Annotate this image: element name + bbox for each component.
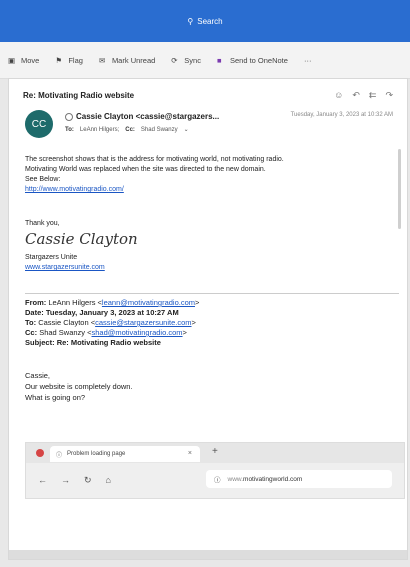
reply-icon[interactable]: ↶ <box>352 90 360 101</box>
quoted-date: Date: Tuesday, January 3, 2023 at 10:27 … <box>25 308 395 318</box>
sender-line[interactable]: Cassie Clayton <cassie@stargazers... <box>65 112 219 121</box>
to-label: To: <box>25 318 37 327</box>
cc-label: Cc: <box>25 328 38 337</box>
quoted-header: From: LeAnn Hilgers <leann@motivatingrad… <box>25 298 395 348</box>
tab-title: Problem loading page <box>67 451 126 457</box>
envelope-icon: ✉ <box>98 55 106 65</box>
mark-unread-button[interactable]: ✉ Mark Unread <box>99 56 155 65</box>
home-icon: ⌂ <box>105 475 111 485</box>
presence-icon <box>65 112 73 121</box>
to-name: Cassie Clayton < <box>38 318 96 327</box>
send-to-onenote-label: Send to OneNote <box>229 55 288 65</box>
to-label: To: <box>65 126 74 133</box>
quote-divider <box>25 293 399 294</box>
reload-icon: ↻ <box>84 474 92 485</box>
closing-text: Thank you, <box>25 220 60 227</box>
sync-button[interactable]: ⟳ Sync <box>171 56 201 65</box>
sync-label: Sync <box>184 55 201 65</box>
to-recipient[interactable]: LeAnn Hilgers; <box>80 127 119 133</box>
quoted-from: From: LeAnn Hilgers <leann@motivatingrad… <box>25 298 395 308</box>
quoted-body: Cassie, Our website is completely down. … <box>25 370 133 403</box>
body-line: The screenshot shows that is the address… <box>25 156 284 163</box>
move-icon: ▣ <box>8 55 16 65</box>
emoji-icon[interactable]: ☺ <box>334 90 343 101</box>
search-box[interactable]: ⚲ Search <box>140 13 270 29</box>
quoted-to: To: Cassie Clayton <cassie@stargazersuni… <box>25 318 395 328</box>
subject-label: Subject: <box>25 338 55 347</box>
chevron-down-icon[interactable]: ⌄ <box>184 126 189 133</box>
more-button[interactable]: ··· <box>304 56 312 65</box>
cc-end: > <box>182 328 187 337</box>
quoted-line: Our website is completely down. <box>25 382 133 391</box>
from-email-link[interactable]: leann@motivatingradio.com <box>102 298 195 307</box>
cc-recipient[interactable]: Shad Swanzy <box>141 127 178 133</box>
sync-icon: ⟳ <box>171 55 178 65</box>
from-label: From: <box>25 298 47 307</box>
search-label: Search <box>197 16 223 26</box>
company-link[interactable]: www.stargazersunite.com <box>25 264 105 271</box>
message-body: The screenshot shows that is the address… <box>25 155 385 195</box>
subject-value: Re: Motivating Radio website <box>56 338 161 347</box>
quoted-subject: Subject: Re: Motivating Radio website <box>25 338 395 348</box>
reply-all-icon[interactable]: ⇇ <box>369 90 377 101</box>
flag-icon: ⚑ <box>55 55 63 65</box>
top-bar: ⚲ Search <box>0 0 410 42</box>
browser-tab-strip: ⓘ Problem loading page × + <box>26 443 404 463</box>
mark-unread-label: Mark Unread <box>111 55 156 65</box>
body-link[interactable]: http://www.motivatingradio.com/ <box>25 185 385 195</box>
info-icon: ⓘ <box>214 477 221 484</box>
message-subject: Re: Motivating Radio website <box>23 90 135 100</box>
more-label: ··· <box>303 55 312 65</box>
body-line: See Below: <box>25 176 61 183</box>
date-value: Tuesday, January 3, 2023 at 10:27 AM <box>45 308 179 317</box>
signature: Cassie Clayton <box>25 230 138 248</box>
info-icon: ⓘ <box>56 452 63 459</box>
scrollbar[interactable] <box>398 149 401 229</box>
move-button[interactable]: ▣ Move <box>8 56 39 65</box>
cc-label: Cc: <box>125 126 135 133</box>
recipients-line: To: LeAnn Hilgers; Cc: Shad Swanzy ⌄ <box>65 126 189 134</box>
embedded-browser-screenshot: ⓘ Problem loading page × + ← → ↻ ⌂ ⓘ www… <box>25 442 405 499</box>
forward-arrow-icon: → <box>61 475 70 485</box>
firefox-icon <box>36 449 44 457</box>
onenote-icon: ■ <box>216 55 222 65</box>
date-label: Date: <box>25 308 44 317</box>
url-bar: ⓘ www.motivatingworld.com <box>206 470 392 488</box>
quoted-line: What is going on? <box>25 393 86 402</box>
cc-email-link[interactable]: shad@motivatingradio.com <box>92 328 183 337</box>
sender-name: Cassie Clayton <cassie@stargazers... <box>76 112 220 121</box>
browser-tab: ⓘ Problem loading page × <box>50 446 200 462</box>
to-email-link[interactable]: cassie@stargazersunite.com <box>95 318 191 327</box>
cc-name: Shad Swanzy < <box>39 328 92 337</box>
tab-close-icon: × <box>187 450 192 457</box>
send-to-onenote-button[interactable]: ■ Send to OneNote <box>217 56 288 65</box>
body-line: Motivating World was replaced when the s… <box>25 166 266 173</box>
toolbar: ▣ Move ⚑ Flag ✉ Mark Unread ⟳ Sync ■ Sen… <box>0 42 410 79</box>
subject-row: Re: Motivating Radio website ☺ ↶ ⇇ ↷ <box>23 87 393 103</box>
flag-button[interactable]: ⚑ Flag <box>55 56 83 65</box>
message-actions: ☺ ↶ ⇇ ↷ <box>334 90 393 101</box>
back-arrow-icon: ← <box>38 475 47 485</box>
url-text: motivatingworld.com <box>243 475 303 483</box>
search-icon: ⚲ <box>187 16 194 26</box>
from-end: > <box>195 298 200 307</box>
quoted-cc: Cc: Shad Swanzy <shad@motivatingradio.co… <box>25 328 395 338</box>
company-name: Stargazers Unite <box>25 254 78 261</box>
url-scheme: www. <box>227 475 244 483</box>
forward-icon[interactable]: ↷ <box>385 90 393 101</box>
avatar: CC <box>25 110 53 138</box>
flag-label: Flag <box>68 55 83 65</box>
quoted-greeting: Cassie, <box>25 371 51 380</box>
footer-bar <box>9 550 407 559</box>
from-name: LeAnn Hilgers < <box>48 298 102 307</box>
new-tab-icon: + <box>212 446 218 457</box>
message-date: Tuesday, January 3, 2023 at 10:32 AM <box>290 112 393 118</box>
to-end: > <box>191 318 196 327</box>
reading-pane: Re: Motivating Radio website ☺ ↶ ⇇ ↷ CC … <box>8 78 408 560</box>
move-label: Move <box>21 55 40 65</box>
